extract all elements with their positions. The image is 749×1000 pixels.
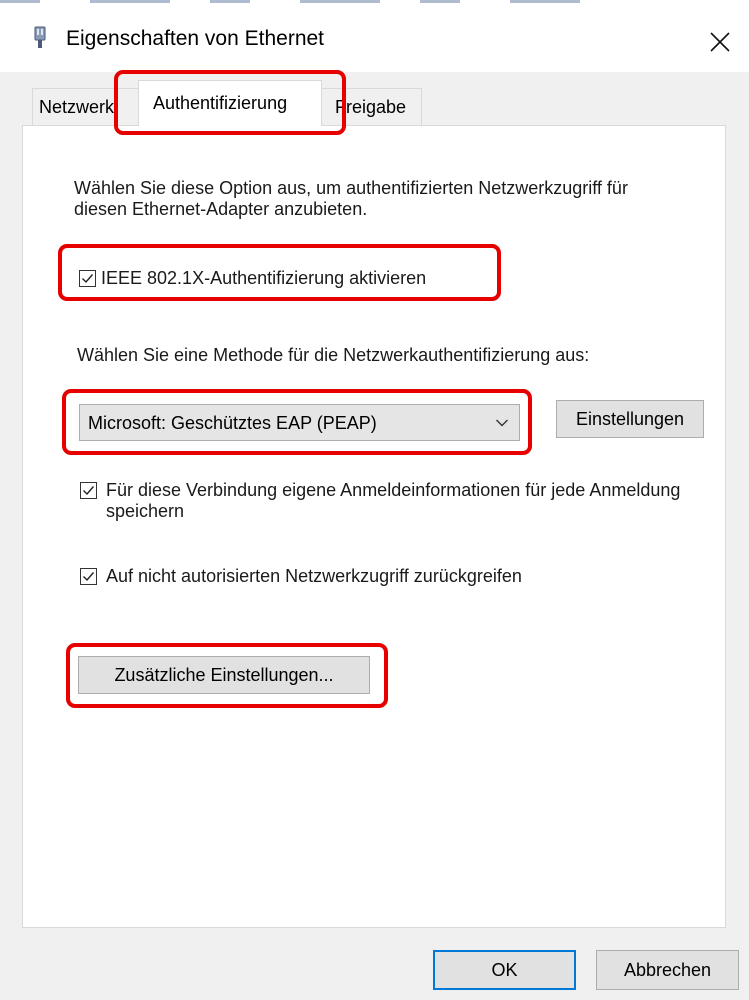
tab-freigabe-label: Freigabe [335, 97, 407, 117]
description-text: Wählen Sie diese Option aus, um authenti… [74, 178, 628, 219]
fallback-unauthorized-label[interactable]: Auf nicht autorisierten Netzwerkzugriff … [106, 566, 522, 587]
cancel-button-label: Abbrechen [623, 959, 712, 980]
close-button[interactable] [700, 22, 740, 62]
enable-8021x-label[interactable]: IEEE 802.1X-Authentifizierung aktivieren [101, 268, 426, 289]
remember-credentials-checkbox[interactable] [80, 482, 97, 499]
checkmark-icon [82, 274, 94, 284]
settings-button-label: Einstellungen [575, 408, 685, 429]
background-window-sliver [0, 0, 749, 8]
auth-method-value: Microsoft: Geschütztes EAP (PEAP) [88, 413, 377, 433]
tab-netzwerk[interactable]: Netzwerk [32, 88, 142, 126]
auth-method-select[interactable]: Microsoft: Geschütztes EAP (PEAP) [79, 404, 520, 441]
tab-authentifizierung-label: Authentifizierung [153, 93, 288, 113]
additional-settings-button-label: Zusätzliche Einstellungen... [114, 664, 334, 685]
window-title: Eigenschaften von Ethernet [66, 27, 325, 50]
chevron-down-icon [496, 419, 508, 427]
remember-credentials-label[interactable]: Für diese Verbindung eigene Anmeldeinfor… [106, 480, 696, 522]
title-bar: Eigenschaften von Ethernet [0, 0, 749, 72]
tab-freigabe[interactable]: Freigabe [318, 88, 422, 126]
close-icon [710, 32, 730, 52]
tab-authentifizierung[interactable]: Authentifizierung [138, 80, 322, 126]
additional-settings-button[interactable]: Zusätzliche Einstellungen... [78, 656, 370, 694]
enable-8021x-checkbox[interactable] [79, 270, 96, 287]
network-adapter-icon [33, 26, 47, 50]
checkmark-icon [83, 486, 95, 496]
authentication-panel [22, 125, 726, 928]
fallback-unauthorized-checkbox[interactable] [80, 568, 97, 585]
ok-button[interactable]: OK [433, 950, 576, 990]
method-prompt-text: Wählen Sie eine Methode für die Netzwerk… [77, 345, 590, 365]
cancel-button[interactable]: Abbrechen [596, 950, 739, 990]
properties-dialog: Eigenschaften von Ethernet Netzwerk Frei… [0, 0, 749, 1000]
settings-button[interactable]: Einstellungen [556, 400, 704, 438]
checkmark-icon [83, 572, 95, 582]
tab-netzwerk-label: Netzwerk [39, 97, 115, 117]
ok-button-label: OK [491, 959, 518, 980]
